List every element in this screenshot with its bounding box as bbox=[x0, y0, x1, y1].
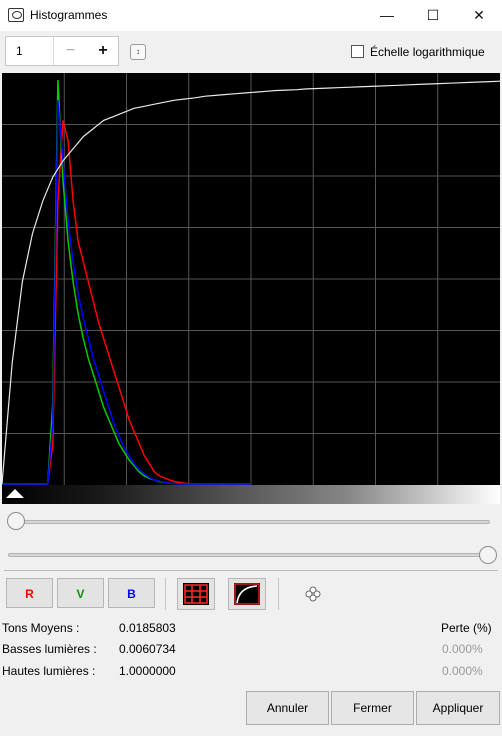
grid-icon bbox=[183, 583, 209, 605]
tone-gradient-bar bbox=[2, 485, 500, 504]
layers-icon[interactable] bbox=[304, 585, 322, 603]
channel-b-label: B bbox=[127, 587, 136, 601]
highlights-loss-value: 0.000% bbox=[442, 664, 483, 678]
cancel-button[interactable]: Annuler bbox=[246, 691, 329, 725]
low-slider-handle[interactable] bbox=[7, 512, 25, 530]
low-slider-track[interactable] bbox=[8, 520, 490, 524]
minimize-button[interactable]: — bbox=[364, 0, 410, 31]
curve-icon bbox=[234, 583, 260, 605]
highlights-label: Hautes lumières : bbox=[2, 664, 96, 678]
close-button[interactable]: ✕ bbox=[456, 0, 502, 31]
histogram-plot bbox=[2, 73, 500, 485]
midtones-value: 0.0185803 bbox=[119, 621, 176, 635]
black-point-marker[interactable] bbox=[6, 489, 24, 498]
loss-header: Perte (%) bbox=[441, 621, 492, 635]
histogram-app-icon bbox=[8, 8, 24, 22]
close-dialog-button[interactable]: Fermer bbox=[331, 691, 414, 725]
channel-v-button[interactable]: V bbox=[57, 578, 104, 608]
shadows-label: Basses lumières : bbox=[2, 642, 97, 656]
title-bar: Histogrammes — ☐ ✕ bbox=[0, 0, 502, 31]
highlights-value: 1.0000000 bbox=[119, 664, 176, 678]
channel-v-label: V bbox=[76, 587, 85, 601]
grid-toggle-button[interactable] bbox=[177, 578, 215, 610]
toolbar-divider bbox=[165, 578, 166, 610]
reset-zoom-icon[interactable]: ↕ bbox=[130, 44, 146, 60]
channel-r-label: R bbox=[25, 587, 34, 601]
toolbar-divider-2 bbox=[278, 578, 279, 610]
maximize-button[interactable]: ☐ bbox=[410, 0, 456, 31]
midtones-label: Tons Moyens : bbox=[2, 621, 80, 635]
channel-spinbox[interactable]: 1 − + bbox=[5, 36, 119, 66]
high-slider-track[interactable] bbox=[8, 553, 490, 557]
shadows-loss-value: 0.000% bbox=[442, 642, 483, 656]
spinbox-decrement-button[interactable]: − bbox=[54, 37, 87, 65]
log-scale-label[interactable]: Échelle logarithmique bbox=[370, 45, 485, 59]
spinbox-increment-button[interactable]: + bbox=[87, 37, 119, 65]
apply-button[interactable]: Appliquer bbox=[416, 691, 500, 725]
channel-r-button[interactable]: R bbox=[6, 578, 53, 608]
curve-toggle-button[interactable] bbox=[228, 578, 266, 610]
log-scale-checkbox[interactable] bbox=[351, 45, 364, 58]
high-slider-handle[interactable] bbox=[479, 546, 497, 564]
histogram-svg bbox=[2, 73, 500, 485]
shadows-value: 0.0060734 bbox=[119, 642, 176, 656]
window-title: Histogrammes bbox=[30, 8, 108, 22]
channel-b-button[interactable]: B bbox=[108, 578, 155, 608]
spinbox-value[interactable]: 1 bbox=[16, 44, 23, 58]
slider-separator bbox=[4, 570, 498, 571]
